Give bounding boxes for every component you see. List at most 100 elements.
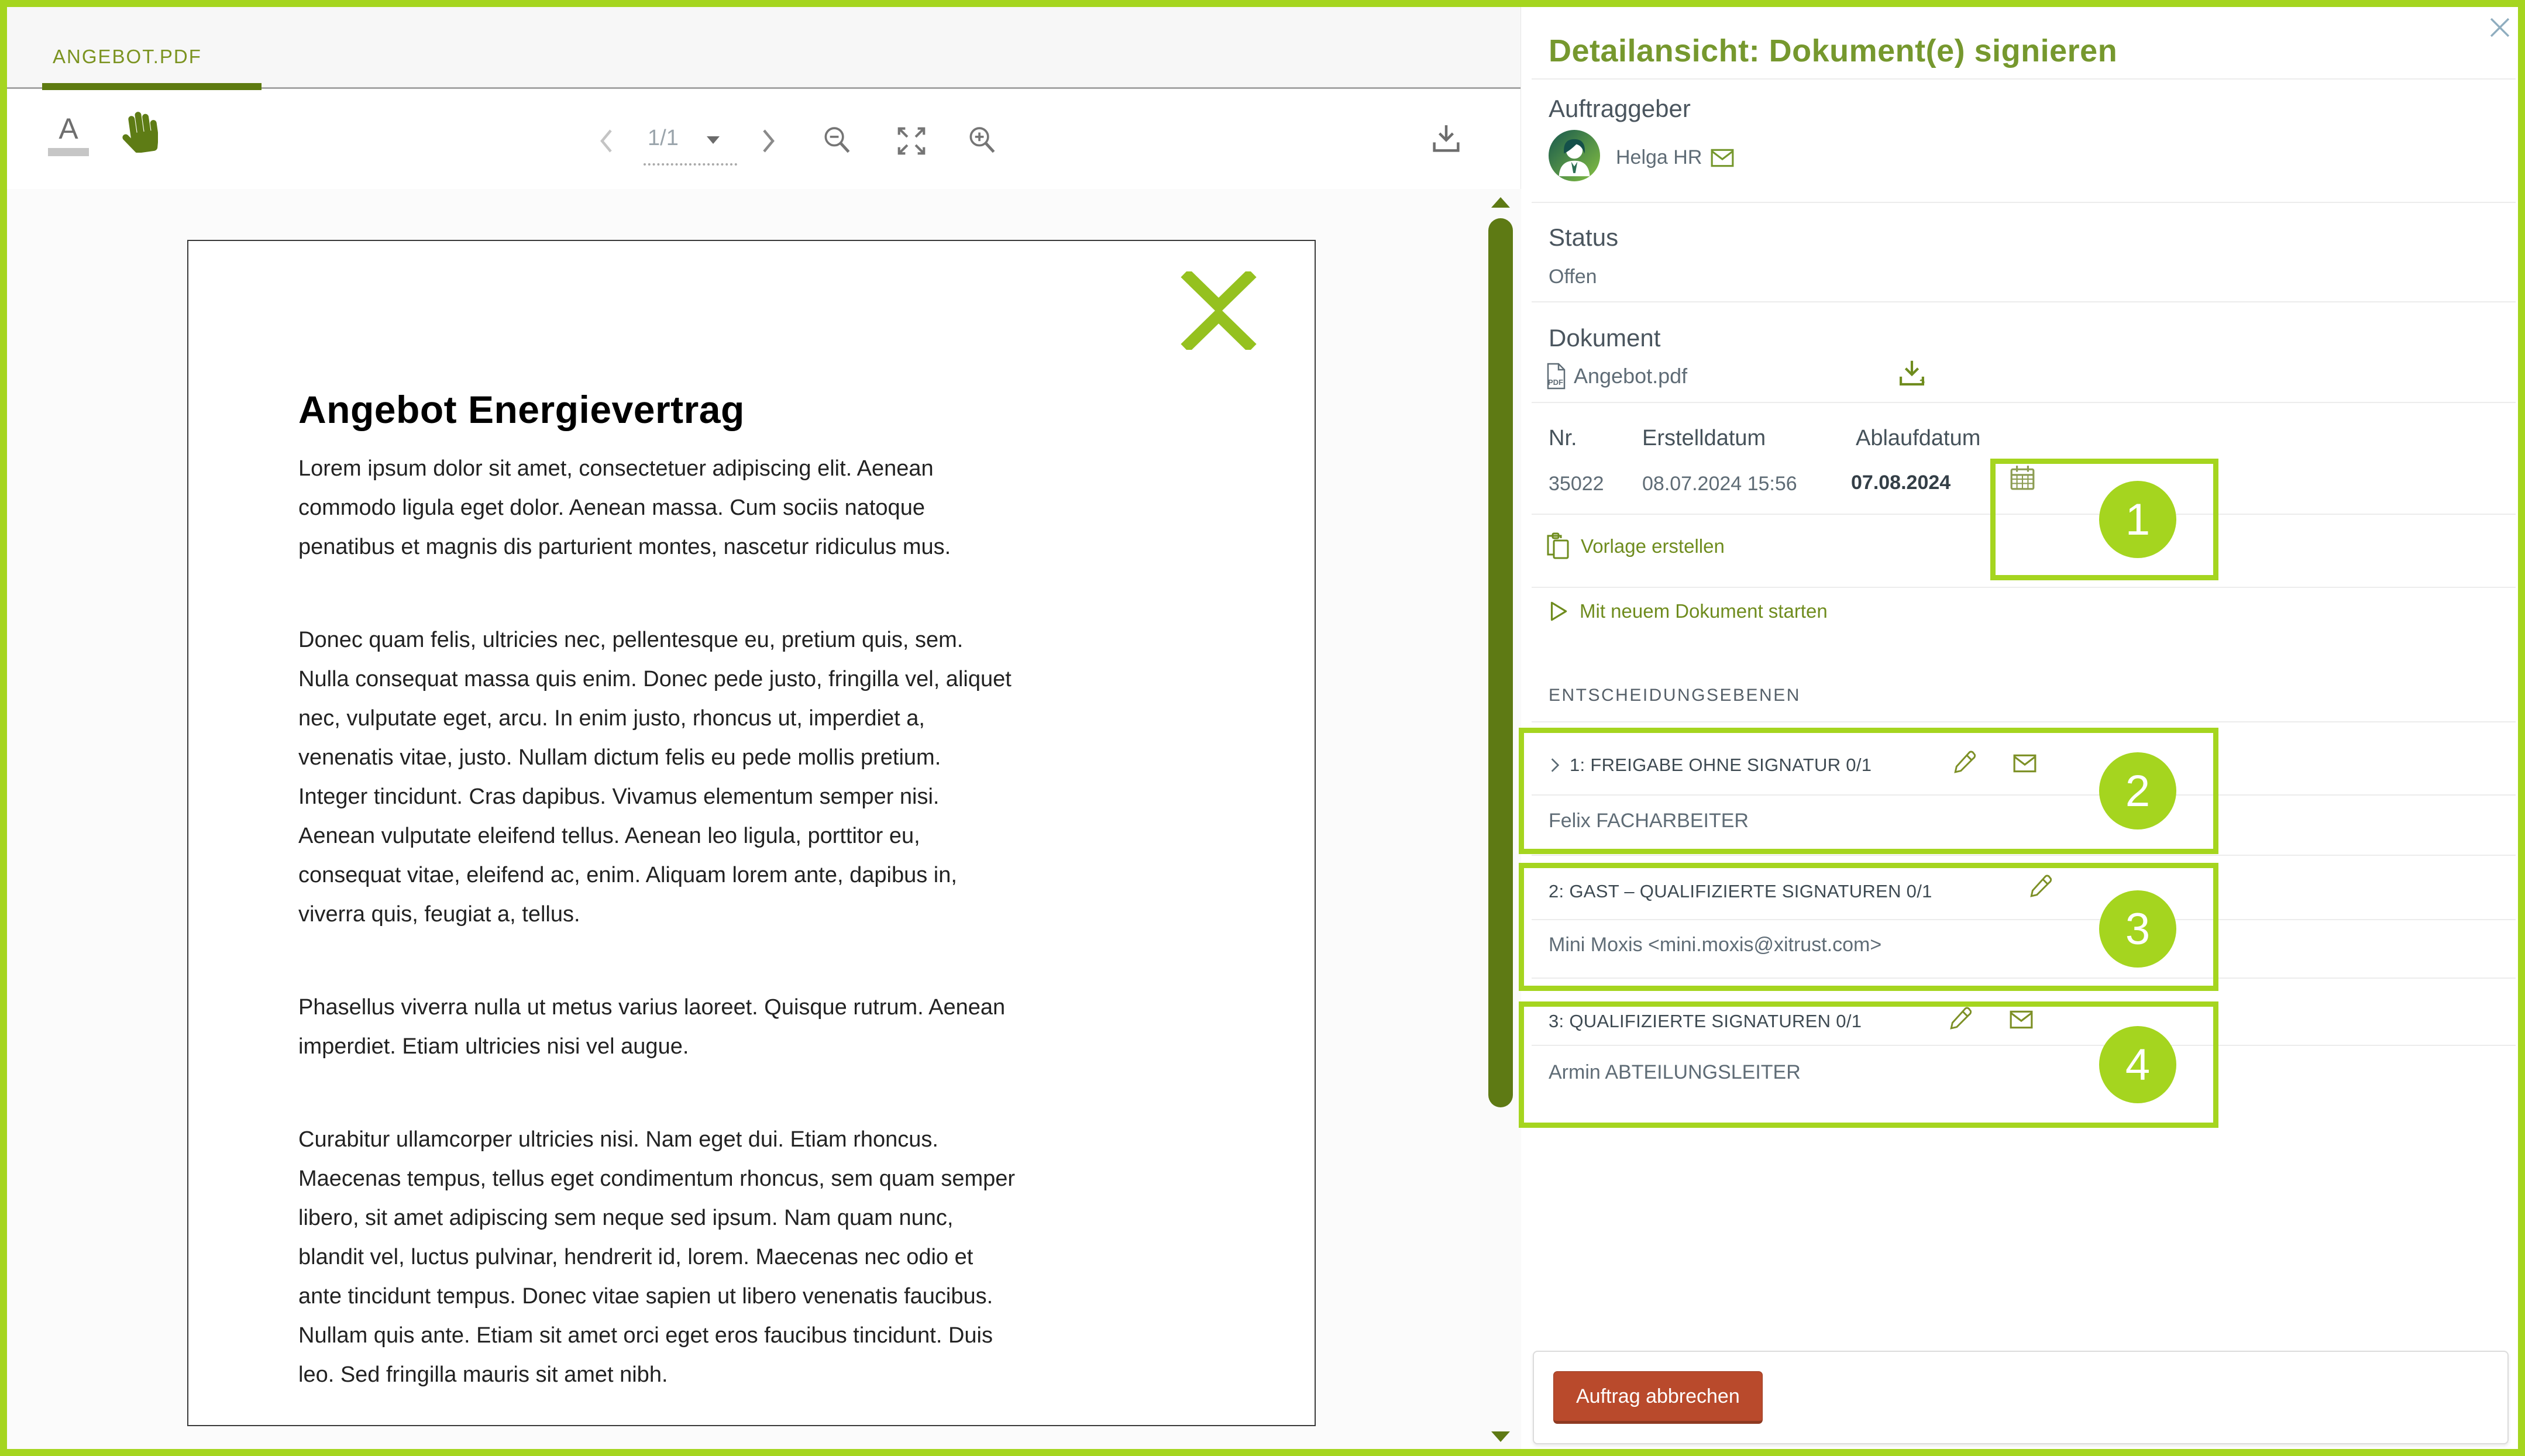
pdf-file-icon: PDF	[1546, 363, 1567, 390]
document-paragraph: Phasellus viverra nulla ut metus varius …	[298, 988, 1234, 1066]
prev-page-icon	[597, 127, 618, 155]
neues-dokument-link[interactable]: Mit neuem Dokument starten	[1546, 599, 1828, 624]
document-filename[interactable]: Angebot.pdf	[1574, 364, 1687, 388]
divider	[1532, 587, 2516, 588]
divider	[1532, 855, 2516, 856]
change-expiry-date-button[interactable]	[2009, 464, 2036, 494]
status-heading: Status	[1549, 223, 1618, 252]
level-3-mail-button[interactable]	[2009, 1010, 2034, 1032]
neues-dokument-label: Mit neuem Dokument starten	[1580, 600, 1828, 622]
zoom-out-icon	[821, 125, 853, 156]
col-nr: Nr.	[1549, 426, 1577, 451]
level-3-title: 3: QUALIFIZIERTE SIGNATUREN 0/1	[1549, 1011, 1862, 1032]
level-2-edit-button[interactable]	[2028, 874, 2053, 901]
previous-page-button[interactable]	[597, 127, 618, 158]
play-icon	[1546, 599, 1570, 624]
level-2-signer: Mini Moxis <mini.moxis@xitrust.com>	[1549, 934, 1881, 956]
level-2-title: 2: GAST – QUALIFIZIERTE SIGNATUREN 0/1	[1549, 881, 1932, 902]
text-annotation-tool[interactable]: A	[48, 114, 89, 156]
cell-ablaufdatum: 07.08.2024	[1851, 471, 1950, 494]
download-document-button[interactable]	[1430, 122, 1463, 158]
scroll-up-icon[interactable]	[1491, 197, 1510, 208]
divider	[1532, 202, 2516, 203]
entscheidungsebenen-heading: ENTSCHEIDUNGSEBENEN	[1549, 686, 1801, 705]
level-3-signer: Armin ABTEILUNGSLEITER	[1549, 1061, 1801, 1084]
page-number-select[interactable]: 1/1	[648, 126, 679, 151]
dokument-heading: Dokument	[1549, 324, 1660, 352]
level-1-edit-button[interactable]	[1952, 750, 1977, 777]
text-tool-icon: A	[48, 114, 89, 143]
page-select-underline	[644, 163, 737, 166]
zoom-in-button[interactable]	[966, 125, 998, 159]
level-2-header[interactable]: 2: GAST – QUALIFIZIERTE SIGNATUREN 0/1	[1549, 881, 1932, 902]
divider	[1532, 1045, 2516, 1046]
pencil-icon	[1952, 750, 1977, 775]
divider	[1532, 402, 2516, 403]
zoom-in-icon	[966, 125, 998, 156]
detail-panel: Detailansicht: Dokument(e) signieren Auf…	[1528, 7, 2525, 1449]
level-1-signer: Felix FACHARBEITER	[1549, 810, 1749, 832]
cell-nr: 35022	[1549, 473, 1604, 495]
active-tab-indicator	[42, 83, 262, 90]
level-1-mail-button[interactable]	[2013, 753, 2037, 776]
auftraggeber-name: Helga HR	[1616, 146, 1702, 169]
document-paragraph: Donec quam felis, ultricies nec, pellent…	[298, 621, 1234, 934]
close-panel-button[interactable]	[2486, 14, 2513, 44]
document-scrollbar[interactable]	[1480, 189, 1521, 1449]
mail-icon	[2013, 753, 2037, 773]
pdf-page: Angebot Energievertrag Lorem ipsum dolor…	[187, 240, 1316, 1426]
next-page-button[interactable]	[757, 127, 778, 158]
col-erstelldatum: Erstelldatum	[1642, 426, 1766, 451]
document-body: Lorem ipsum dolor sit amet, consectetuer…	[298, 449, 1234, 1448]
auftraggeber-heading: Auftraggeber	[1549, 95, 1691, 123]
divider	[1532, 721, 2516, 722]
download-icon	[1897, 358, 1927, 388]
avatar	[1549, 130, 1600, 181]
cell-erstelldatum: 08.07.2024 15:56	[1642, 473, 1797, 495]
pan-tool-button[interactable]	[122, 112, 158, 156]
divider	[1532, 794, 2516, 796]
download-icon	[1430, 122, 1463, 155]
pencil-icon	[1948, 1006, 1973, 1031]
hand-tool-icon	[122, 112, 158, 153]
panel-footer: Auftrag abbrechen	[1533, 1351, 2509, 1444]
divider	[1532, 977, 2516, 979]
signature-app-window: ANGEBOT.PDF A 1/1	[0, 0, 2525, 1456]
level-3-edit-button[interactable]	[1948, 1006, 1973, 1034]
pdf-viewer: ANGEBOT.PDF A 1/1	[7, 7, 1521, 1449]
document-title: Angebot Energievertrag	[298, 387, 745, 432]
svg-text:PDF: PDF	[1548, 378, 1563, 387]
divider	[1532, 301, 2516, 302]
vorlage-erstellen-link[interactable]: Vorlage erstellen	[1546, 532, 1725, 560]
divider	[1532, 919, 2516, 920]
divider	[1532, 78, 2516, 80]
document-tab-bar: ANGEBOT.PDF	[7, 7, 1520, 89]
level-1-header[interactable]: 1: FREIGABE OHNE SIGNATUR 0/1	[1549, 755, 1872, 776]
zoom-out-button[interactable]	[821, 125, 853, 159]
fit-to-screen-button[interactable]	[896, 126, 927, 159]
copy-template-icon	[1546, 532, 1571, 560]
page-select-caret-icon[interactable]	[707, 136, 720, 144]
document-canvas: Angebot Energievertrag Lorem ipsum dolor…	[7, 189, 1480, 1449]
chevron-right-icon	[1549, 756, 1561, 774]
mail-icon[interactable]	[1710, 148, 1735, 168]
divider	[1532, 514, 2516, 515]
cancel-order-button[interactable]: Auftrag abbrechen	[1553, 1371, 1763, 1424]
viewer-toolbar: A 1/1	[7, 91, 1520, 189]
scrollbar-thumb[interactable]	[1488, 218, 1513, 1107]
xitrust-logo	[1174, 271, 1263, 353]
scroll-down-icon[interactable]	[1491, 1431, 1510, 1442]
text-tool-color-bar	[48, 148, 89, 156]
document-paragraph: Curabitur ullamcorper ultricies nisi. Na…	[298, 1120, 1234, 1395]
close-icon	[2486, 14, 2513, 41]
calendar-icon	[2009, 464, 2036, 491]
mail-icon	[2009, 1010, 2034, 1030]
panel-title: Detailansicht: Dokument(e) signieren	[1549, 33, 2117, 69]
tab-angebot-pdf[interactable]: ANGEBOT.PDF	[53, 46, 202, 68]
level-3-header[interactable]: 3: QUALIFIZIERTE SIGNATUREN 0/1	[1549, 1011, 1862, 1032]
document-file-row: PDF Angebot.pdf	[1546, 363, 1687, 390]
status-value: Offen	[1549, 266, 1597, 288]
download-pdf-button[interactable]	[1897, 358, 1927, 391]
level-1-title: 1: FREIGABE OHNE SIGNATUR 0/1	[1570, 755, 1872, 776]
auftraggeber-row: Helga HR	[1616, 146, 1735, 169]
